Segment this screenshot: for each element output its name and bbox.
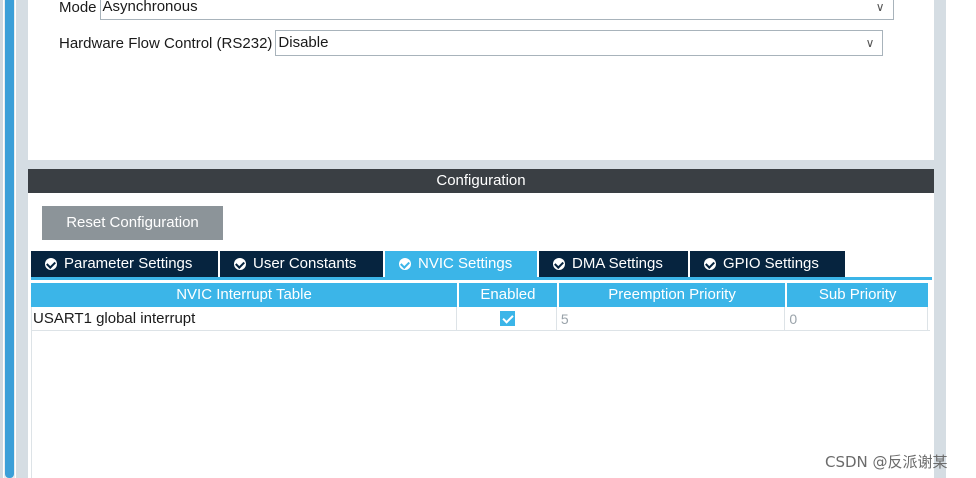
window-edge: [0, 0, 3, 478]
tab-nvic-settings[interactable]: NVIC Settings: [385, 251, 537, 277]
column-header-enabled[interactable]: Enabled: [459, 283, 557, 307]
panel-border-left: [16, 0, 28, 478]
nvic-interrupt-table: NVIC Interrupt Table Enabled Preemption …: [31, 283, 930, 331]
preemption-priority-cell[interactable]: 5: [559, 307, 786, 330]
tab-underline: [31, 277, 932, 280]
check-circle-icon: [234, 258, 246, 270]
tab-dma-settings[interactable]: DMA Settings: [539, 251, 688, 277]
tab-parameter-settings[interactable]: Parameter Settings: [31, 251, 218, 277]
sub-priority-cell[interactable]: 0: [787, 307, 929, 330]
check-circle-icon: [45, 258, 57, 270]
mode-select-value: Asynchronous: [102, 0, 198, 15]
mode-select[interactable]: Asynchronous ∨: [99, 0, 894, 20]
settings-tabs: Parameter Settings User Constants NVIC S…: [31, 251, 847, 277]
check-circle-icon: [704, 258, 716, 270]
reset-configuration-button[interactable]: Reset Configuration: [42, 206, 223, 240]
column-header-sub-priority[interactable]: Sub Priority: [787, 283, 928, 307]
tab-label: Parameter Settings: [64, 255, 193, 272]
flow-control-row: Hardware Flow Control (RS232) Disable ∨: [59, 30, 884, 56]
panel-border-right: [934, 0, 946, 478]
configuration-header: Configuration: [28, 169, 934, 193]
tab-user-constants[interactable]: User Constants: [220, 251, 383, 277]
scrollbar-thumb[interactable]: [5, 0, 14, 478]
chevron-down-icon: ∨: [865, 36, 875, 50]
configuration-body: Reset Configuration Parameter Settings U…: [28, 193, 934, 478]
table-frame-edge: [31, 307, 32, 478]
tab-gpio-settings[interactable]: GPIO Settings: [690, 251, 845, 277]
flow-control-select[interactable]: Disable ∨: [275, 30, 884, 56]
table-header-row: NVIC Interrupt Table Enabled Preemption …: [31, 283, 930, 307]
check-circle-icon: [553, 258, 565, 270]
enabled-checkbox[interactable]: [499, 311, 515, 326]
flow-control-select-value: Disable: [278, 34, 329, 51]
tab-label: User Constants: [253, 255, 357, 272]
mode-label: Mode: [59, 0, 97, 16]
flow-control-label: Hardware Flow Control (RS232): [59, 34, 273, 52]
interrupt-name-cell: USART1 global interrupt: [31, 307, 458, 330]
tab-label: DMA Settings: [572, 255, 663, 272]
enabled-cell: [459, 307, 557, 330]
tab-label: GPIO Settings: [723, 255, 819, 272]
column-header-preemption-priority[interactable]: Preemption Priority: [558, 283, 786, 307]
parameter-panel: Mode Asynchronous ∨ Hardware Flow Contro…: [28, 0, 934, 160]
table-row[interactable]: USART1 global interrupt 5 0: [31, 307, 930, 331]
chevron-down-icon: ∨: [875, 0, 885, 14]
watermark: CSDN @反派谢某: [825, 453, 948, 471]
mode-row: Mode Asynchronous ∨: [59, 0, 894, 20]
column-header-name[interactable]: NVIC Interrupt Table: [31, 283, 458, 307]
check-circle-icon: [399, 258, 411, 270]
tab-label: NVIC Settings: [418, 255, 513, 272]
panel-divider[interactable]: [28, 160, 934, 169]
